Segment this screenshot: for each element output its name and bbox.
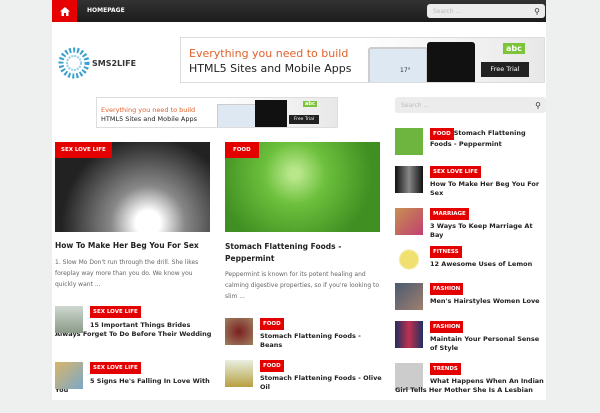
ad-line1: Everything you need to build [101, 106, 196, 114]
thumbnail-peppermint [395, 128, 423, 155]
search-placeholder: Search ... [401, 101, 430, 109]
list-item[interactable]: SEX LOVE LIFE 5 Signs He's Falling In Lo… [55, 362, 215, 402]
home-button[interactable] [52, 0, 77, 22]
ad-free-trial-button[interactable]: Free Trial [289, 115, 319, 124]
category-badge[interactable]: FOOD [260, 318, 284, 330]
thumbnail-couple [55, 362, 83, 389]
logo-text: SMS2LIFE [92, 58, 137, 68]
thumbnail-marriage [395, 208, 423, 235]
sidebar-item[interactable]: FASHION Maintain Your Personal Sense of … [395, 321, 546, 356]
ad-phone-image [255, 100, 287, 127]
category-badge[interactable]: FASHION [430, 321, 464, 333]
site-logo[interactable]: SMS2LIFE [58, 45, 148, 81]
article-title[interactable]: How To Make Her Beg You For Sex [55, 241, 210, 250]
ad-brand-logo: abc [303, 101, 317, 107]
thumbnail-kiss [395, 166, 423, 193]
ad-line2: HTML5 Sites and Mobile Apps [189, 62, 352, 75]
article-title[interactable]: 3 Ways To Keep Marriage At Bay [430, 222, 546, 240]
ad-phone-image [427, 42, 475, 82]
featured-image-peppermint[interactable]: FOOD [225, 142, 380, 232]
search-icon[interactable]: ⚲ [535, 101, 541, 110]
ad-brand-logo: abc [503, 43, 525, 54]
home-icon [59, 6, 70, 16]
article-title[interactable]: 12 Awesome Uses of Lemon [430, 260, 546, 269]
top-search-input[interactable]: Search ... ⚲ [427, 4, 545, 18]
sidebar-item[interactable]: FASHION Men's Hairstyles Women Love [395, 283, 546, 318]
ad-line1: Everything you need to build [189, 47, 349, 60]
featured-image-kiss[interactable]: SEX LOVE LIFE [55, 142, 210, 232]
thumbnail-bride [55, 306, 83, 333]
thumbnail-hairstyles [395, 283, 423, 310]
ad-line2: HTML5 Sites and Mobile Apps [101, 115, 197, 123]
article-title[interactable]: How To Make Her Beg You For Sex [430, 180, 546, 198]
ad-tablet-image: 17° [368, 47, 428, 82]
thumbnail-olive-oil [225, 360, 253, 387]
sidebar-item[interactable]: TRENDS What Happens When An Indian Girl … [395, 363, 546, 413]
article-excerpt: 1. Slow Mo Don't run through the drill. … [55, 259, 199, 288]
article-title[interactable]: Stomach Flattening Foods - Beans [260, 332, 385, 350]
article-title[interactable]: Stomach Flattening Foods - Olive Oil [260, 374, 385, 392]
logo-icon [58, 47, 90, 79]
list-item[interactable]: SEX LOVE LIFE 15 Important Things Brides… [55, 306, 215, 346]
article-excerpt: Peppermint is known for its potent heali… [225, 271, 380, 300]
sidebar-item[interactable]: FITNESS 12 Awesome Uses of Lemon [395, 246, 546, 281]
article-title[interactable]: Men's Hairstyles Women Love [430, 297, 546, 306]
banner-ad-small[interactable]: Everything you need to build HTML5 Sites… [96, 97, 338, 128]
category-badge[interactable]: TRENDS [430, 363, 461, 375]
list-item[interactable]: FOOD Stomach Flattening Foods - Olive Oi… [225, 360, 385, 400]
category-badge[interactable]: MARRIAGE [430, 208, 469, 220]
top-nav-bar: HOMEPAGE Search ... ⚲ [52, 0, 546, 22]
search-placeholder: Search ... [433, 7, 462, 15]
category-badge[interactable]: FASHION [430, 283, 464, 295]
category-badge[interactable]: SEX LOVE LIFE [430, 166, 481, 178]
article-title[interactable]: What Happens When An Indian Girl Tells H… [395, 377, 546, 395]
ad-temp: 17° [400, 67, 411, 74]
category-badge[interactable]: FITNESS [430, 246, 462, 258]
ad-free-trial-button[interactable]: Free Trial [481, 62, 529, 77]
category-badge[interactable]: FOOD [260, 360, 284, 372]
category-badge[interactable]: FOOD [225, 142, 259, 158]
article-title[interactable]: Stomach Flattening Foods - Peppermint [225, 241, 375, 265]
thumbnail-beans [225, 318, 253, 345]
nav-homepage[interactable]: HOMEPAGE [87, 7, 125, 14]
sidebar-item[interactable]: SEX LOVE LIFE How To Make Her Beg You Fo… [395, 166, 546, 201]
search-icon[interactable]: ⚲ [534, 7, 540, 16]
sidebar-item[interactable]: FOOD Stomach Flattening Foods - Peppermin… [395, 128, 546, 163]
category-badge[interactable]: SEX LOVE LIFE [90, 362, 141, 374]
sidebar-item[interactable]: MARRIAGE 3 Ways To Keep Marriage At Bay [395, 208, 546, 243]
category-badge[interactable]: FOOD [430, 128, 454, 140]
thumbnail-lemon [395, 246, 423, 273]
thumbnail-style [395, 321, 423, 348]
sidebar-search-input[interactable]: Search ... ⚲ [395, 97, 546, 113]
category-badge[interactable]: SEX LOVE LIFE [90, 306, 141, 318]
list-item[interactable]: FOOD Stomach Flattening Foods - Beans [225, 318, 385, 350]
banner-ad[interactable]: Everything you need to build HTML5 Sites… [180, 37, 545, 83]
category-badge[interactable]: SEX LOVE LIFE [55, 142, 112, 158]
ad-tablet-image [217, 104, 257, 127]
article-title[interactable]: Maintain Your Personal Sense of Style [430, 335, 546, 353]
